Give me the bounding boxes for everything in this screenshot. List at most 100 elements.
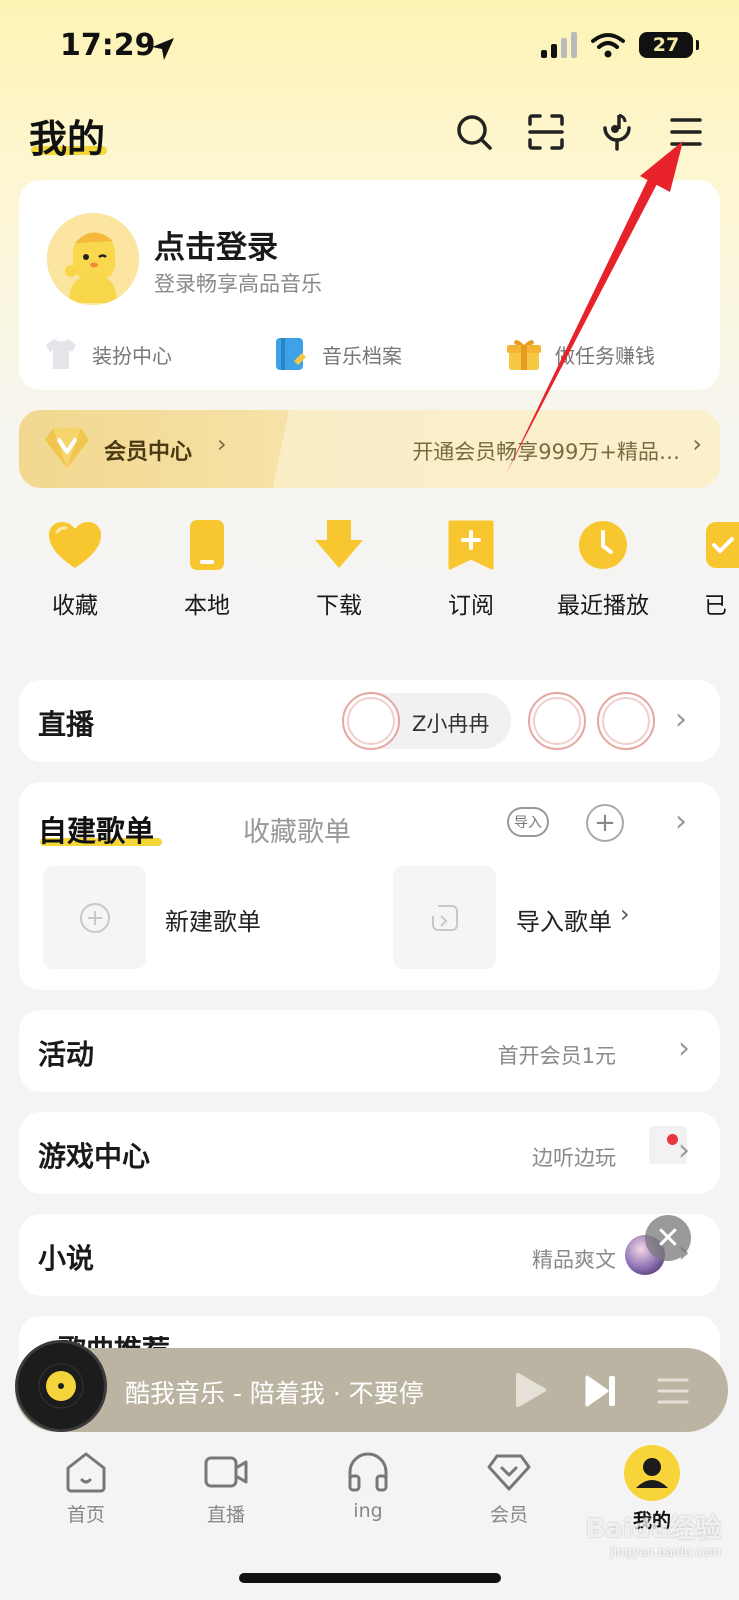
next-track-icon[interactable] bbox=[584, 1374, 618, 1408]
shortcut-label: 本地 bbox=[184, 593, 230, 619]
shortcut-subscribe[interactable]: 订阅 bbox=[416, 520, 526, 620]
chevron-right-icon: › bbox=[675, 702, 687, 737]
shortcut-label: 已 bbox=[704, 593, 727, 619]
quick-link-label: 装扮中心 bbox=[92, 343, 172, 368]
home-icon bbox=[66, 1452, 106, 1493]
page-title: 我的 bbox=[29, 117, 106, 161]
quick-link-label: 做任务赚钱 bbox=[555, 343, 655, 368]
baidu-watermark: Baidu经验 bbox=[585, 1514, 721, 1544]
new-playlist-thumb[interactable] bbox=[43, 866, 146, 969]
add-playlist-button[interactable]: + bbox=[586, 804, 624, 842]
notification-dot bbox=[667, 1134, 678, 1145]
import-playlist-thumb[interactable] bbox=[393, 866, 496, 969]
tab-ing[interactable]: ing bbox=[323, 1450, 413, 1522]
diamond-icon bbox=[487, 1454, 531, 1491]
tab-collected-playlists[interactable]: 收藏歌单 bbox=[243, 810, 351, 849]
novel-label: 小说 bbox=[38, 1242, 95, 1275]
album-disc[interactable] bbox=[15, 1340, 107, 1432]
game-center-label: 游戏中心 bbox=[38, 1140, 151, 1173]
avatar[interactable] bbox=[47, 213, 139, 305]
menu-button[interactable] bbox=[664, 110, 708, 154]
home-indicator[interactable] bbox=[239, 1573, 501, 1583]
chevron-right-icon: › bbox=[692, 430, 702, 458]
signal-icon bbox=[541, 32, 577, 58]
status-indicators: 27 bbox=[541, 32, 699, 58]
purchased-icon bbox=[706, 522, 739, 568]
live-streamer-name: Z小冉冉 bbox=[412, 712, 490, 736]
plus-icon: + bbox=[594, 808, 616, 838]
music-profile-link[interactable]: 音乐档案 bbox=[272, 335, 402, 373]
battery-indicator: 27 bbox=[639, 32, 699, 58]
chevron-right-icon: › bbox=[678, 1031, 690, 1066]
vinyl-disc-icon bbox=[38, 1363, 84, 1409]
vip-center-title[interactable]: 会员中心 bbox=[104, 434, 192, 466]
wifi-icon bbox=[591, 33, 625, 58]
shortcut-label: 最近播放 bbox=[557, 593, 649, 619]
location-arrow-icon bbox=[152, 38, 174, 60]
tab-live[interactable]: 直播 bbox=[181, 1450, 271, 1527]
login-title[interactable]: 点击登录 bbox=[154, 222, 278, 267]
now-playing-text[interactable]: 酷我音乐 - 陪着我 · 不要停 bbox=[125, 1374, 424, 1410]
video-icon bbox=[204, 1456, 248, 1488]
vip-promo-text[interactable]: 开通会员畅享999万+精品… bbox=[412, 436, 680, 466]
live-streamer-avatar[interactable] bbox=[342, 692, 400, 750]
activity-hint: 首开会员1元 bbox=[497, 1044, 616, 1068]
subscribe-icon bbox=[448, 520, 494, 570]
vip-diamond-icon bbox=[45, 428, 89, 468]
clock-icon bbox=[579, 521, 627, 569]
tab-home[interactable]: 首页 bbox=[41, 1450, 131, 1527]
play-icon[interactable] bbox=[514, 1372, 548, 1408]
import-playlist-label[interactable]: 导入歌单 bbox=[516, 902, 612, 937]
notebook-icon bbox=[276, 338, 306, 370]
scan-icon bbox=[528, 114, 564, 150]
plus-circle-icon bbox=[79, 902, 110, 933]
novel-hint: 精品爽文 bbox=[532, 1248, 616, 1272]
mascot-avatar-icon bbox=[47, 213, 139, 305]
tab-created-playlists[interactable]: 自建歌单 bbox=[38, 808, 154, 850]
live-streamer-avatar[interactable] bbox=[597, 692, 655, 750]
live-streamer-avatar[interactable] bbox=[528, 692, 586, 750]
tab-vip[interactable]: 会员 bbox=[464, 1450, 554, 1527]
status-time: 17:29 bbox=[60, 28, 156, 63]
import-badge-button[interactable]: 导入 bbox=[507, 807, 549, 837]
shortcut-label: 订阅 bbox=[448, 593, 494, 619]
live-label: 直播 bbox=[38, 708, 95, 741]
tab-label: ing bbox=[353, 1500, 383, 1522]
menu-icon bbox=[670, 118, 702, 146]
chevron-right-icon: › bbox=[678, 1133, 690, 1168]
chevron-right-icon[interactable]: › bbox=[675, 807, 687, 837]
login-subtitle: 登录畅享高品音乐 bbox=[154, 272, 322, 296]
dress-up-center-link[interactable]: 装扮中心 bbox=[42, 335, 172, 373]
new-playlist-label[interactable]: 新建歌单 bbox=[165, 902, 261, 937]
download-icon bbox=[315, 520, 363, 568]
shortcut-purchased[interactable]: 已 bbox=[704, 520, 739, 620]
task-earn-link[interactable]: 做任务赚钱 bbox=[505, 335, 655, 373]
playlist-queue-icon[interactable] bbox=[657, 1376, 689, 1406]
music-recognition-button[interactable] bbox=[595, 110, 639, 154]
shortcut-download[interactable]: 下载 bbox=[284, 520, 394, 620]
tab-label: 首页 bbox=[66, 1504, 105, 1526]
close-icon: ✕ bbox=[655, 1220, 681, 1256]
tab-label: 会员 bbox=[489, 1504, 528, 1526]
scan-button[interactable] bbox=[524, 110, 568, 154]
close-floating-button[interactable]: ✕ bbox=[645, 1215, 691, 1261]
vip-banner[interactable]: 会员中心 › 开通会员畅享999万+精品… › bbox=[19, 410, 720, 488]
shortcut-label: 收藏 bbox=[52, 593, 98, 619]
search-button[interactable] bbox=[452, 110, 496, 154]
quick-link-label: 音乐档案 bbox=[322, 343, 402, 368]
game-center-hint: 边听边玩 bbox=[532, 1146, 616, 1170]
import-icon bbox=[431, 904, 458, 931]
activity-label: 活动 bbox=[38, 1038, 95, 1071]
headphones-icon bbox=[348, 1452, 388, 1492]
shortcut-local[interactable]: 本地 bbox=[152, 520, 262, 620]
shortcut-favorites[interactable]: 收藏 bbox=[20, 520, 130, 620]
shortcut-recent[interactable]: 最近播放 bbox=[548, 520, 658, 620]
shirt-icon bbox=[46, 339, 76, 369]
baidu-watermark-url: jingyan.baidu.com bbox=[610, 1545, 721, 1559]
chevron-right-icon: › bbox=[217, 430, 227, 458]
shortcut-label: 下载 bbox=[316, 593, 362, 619]
tab-label: 直播 bbox=[206, 1504, 245, 1526]
gift-icon bbox=[507, 339, 541, 370]
search-icon bbox=[457, 115, 492, 150]
heart-icon bbox=[49, 522, 101, 568]
